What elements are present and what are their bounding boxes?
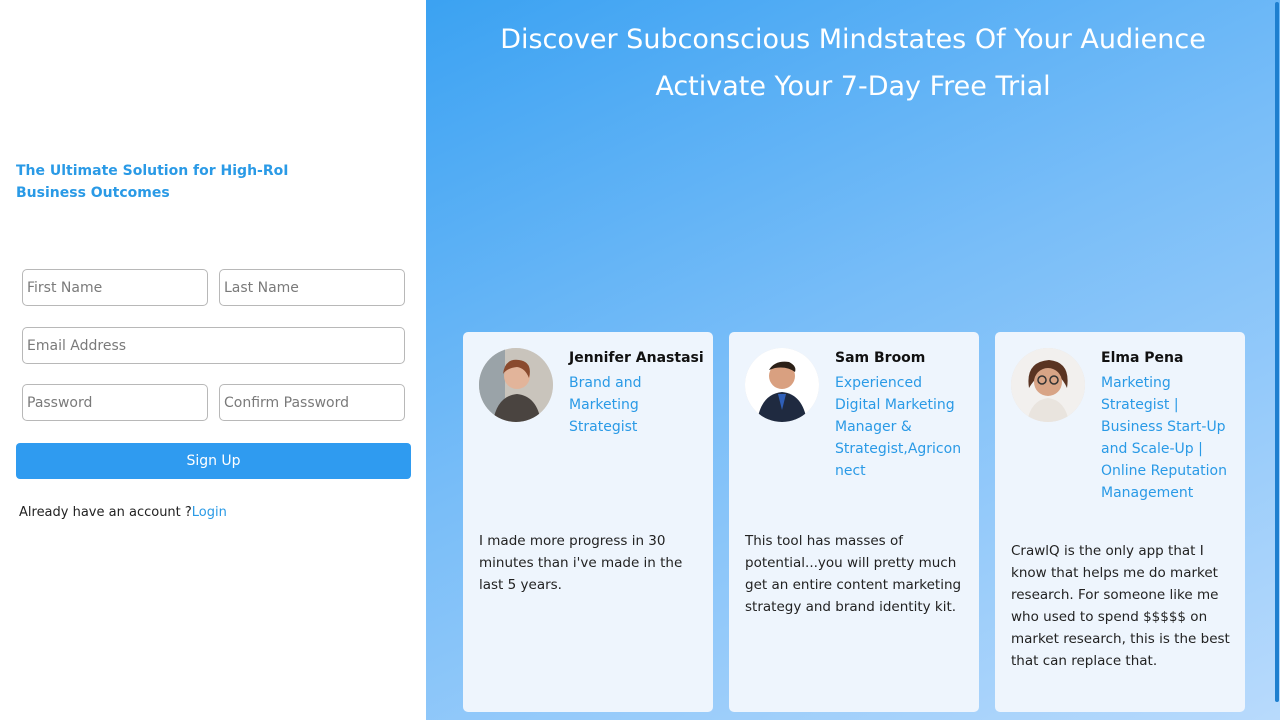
testimonial-card: Jennifer Anastasi Brand and Marketing St… — [463, 332, 713, 712]
avatar — [479, 348, 553, 422]
testimonial-card: Sam Broom Experienced Digital Marketing … — [729, 332, 979, 712]
login-link[interactable]: Login — [192, 505, 227, 520]
avatar-photo-icon — [479, 348, 553, 422]
testimonial-quote: This tool has masses of potential...you … — [745, 533, 962, 615]
testimonial-card: Elma Pena Marketing Strategist | Busines… — [995, 332, 1245, 712]
hero-subheadline: Activate Your 7-Day Free Trial — [655, 71, 1051, 102]
testimonial-name: Sam Broom — [835, 350, 926, 366]
avatar-photo-icon — [745, 348, 819, 422]
testimonial-name: Jennifer Anastasi — [569, 350, 704, 366]
tagline: The Ultimate Solution for High-RoI Busin… — [16, 163, 289, 201]
last-name-field[interactable] — [219, 269, 405, 306]
hero-headline: Discover Subconscious Mindstates Of Your… — [500, 24, 1206, 55]
signup-button[interactable]: Sign Up — [16, 443, 411, 479]
signup-panel: The Ultimate Solution for High-RoI Busin… — [0, 0, 426, 720]
scrollbar-thumb[interactable] — [1275, 2, 1279, 702]
avatar-photo-icon — [1011, 348, 1085, 422]
avatar — [1011, 348, 1085, 422]
testimonial-role: Marketing Strategist | Business Start-Up… — [1101, 375, 1227, 501]
testimonial-role: Experienced Digital Marketing Manager & … — [835, 375, 962, 479]
password-field[interactable] — [22, 384, 208, 421]
email-field[interactable] — [22, 327, 405, 364]
testimonial-quote: I made more progress in 30 minutes than … — [479, 533, 683, 593]
avatar — [745, 348, 819, 422]
confirm-password-field[interactable] — [219, 384, 405, 421]
testimonial-role: Brand and Marketing Strategist — [569, 375, 642, 435]
testimonial-quote: CrawlQ is the only app that I know that … — [1011, 543, 1230, 669]
scrollbar[interactable] — [1274, 0, 1280, 720]
first-name-field[interactable] — [22, 269, 208, 306]
testimonial-name: Elma Pena — [1101, 350, 1184, 366]
login-prompt-line: Already have an account ?Login — [19, 505, 227, 520]
login-prompt-text: Already have an account ? — [19, 505, 192, 520]
